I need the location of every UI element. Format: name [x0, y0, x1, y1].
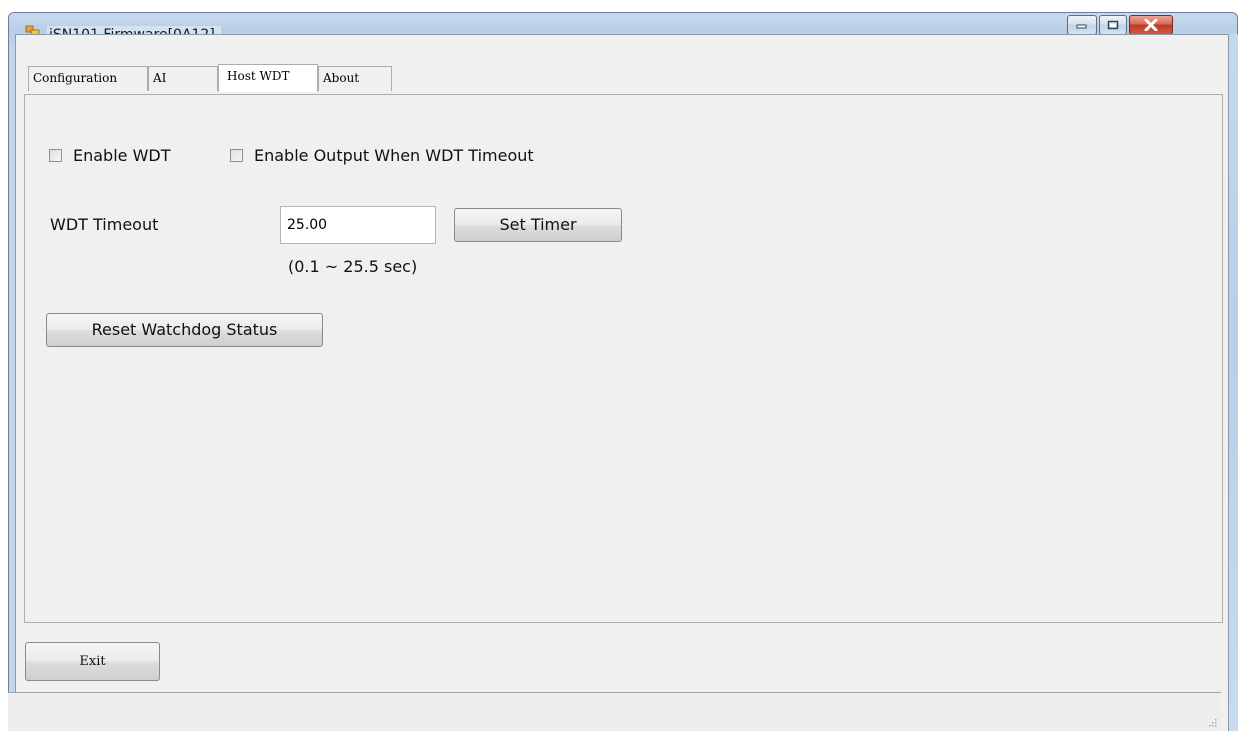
minimize-icon	[1076, 24, 1087, 29]
maximize-button[interactable]	[1099, 15, 1127, 35]
wdt-timeout-label: WDT Timeout	[50, 215, 159, 234]
enable-output-box[interactable]	[230, 148, 243, 162]
close-button[interactable]	[1129, 15, 1173, 35]
enable-wdt-label: Enable WDT	[73, 145, 171, 165]
enable-wdt-box[interactable]	[49, 148, 62, 162]
tab-ai[interactable]: AI	[148, 66, 218, 91]
timeout-range-hint: (0.1 ~ 25.5 sec)	[288, 257, 418, 276]
maximize-icon	[1107, 20, 1119, 30]
tab-configuration[interactable]: Configuration	[28, 66, 148, 91]
exit-button[interactable]: Exit	[25, 642, 160, 681]
wdt-timeout-input[interactable]	[280, 206, 436, 244]
tab-host-wdt[interactable]: Host WDT	[218, 64, 318, 92]
enable-output-label: Enable Output When WDT Timeout	[254, 145, 534, 165]
enable-wdt-checkbox[interactable]: Enable WDT	[49, 145, 171, 165]
resize-grip-icon[interactable]	[1207, 717, 1217, 727]
host-wdt-panel	[24, 94, 1223, 623]
reset-watchdog-status-button[interactable]: Reset Watchdog Status	[46, 313, 323, 347]
set-timer-button[interactable]: Set Timer	[454, 208, 622, 242]
status-bar	[8, 693, 1221, 731]
close-icon	[1144, 19, 1158, 31]
enable-output-checkbox[interactable]: Enable Output When WDT Timeout	[230, 145, 534, 165]
tab-about[interactable]: About	[318, 66, 392, 91]
minimize-button[interactable]	[1067, 15, 1097, 35]
